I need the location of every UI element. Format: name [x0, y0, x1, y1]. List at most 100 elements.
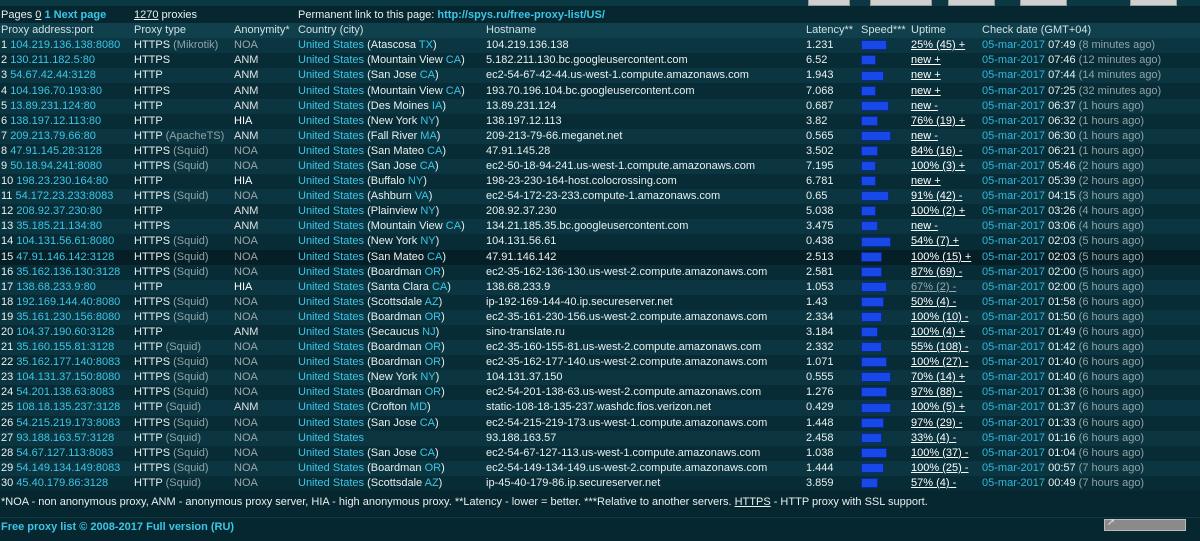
- country[interactable]: United States: [298, 432, 364, 444]
- proxy-address[interactable]: 104.219.136.138:8080: [10, 39, 120, 51]
- sort-select[interactable]: [1130, 0, 1177, 6]
- country[interactable]: United States: [298, 401, 364, 413]
- state[interactable]: CA: [446, 220, 461, 232]
- uptime-link[interactable]: 97% (88) -: [911, 386, 962, 398]
- proxy-address[interactable]: 208.92.37.230:80: [16, 205, 102, 217]
- proxy-address[interactable]: 54.201.138.63:8083: [16, 386, 114, 398]
- proxy-address[interactable]: 13.89.231.124:80: [10, 100, 96, 112]
- uptime-link[interactable]: 87% (69) -: [911, 266, 962, 278]
- state[interactable]: NY: [420, 371, 435, 383]
- state[interactable]: CA: [420, 447, 435, 459]
- state[interactable]: AZ: [425, 477, 439, 489]
- proxy-address[interactable]: 54.172.23.233:8083: [15, 190, 113, 202]
- uptime-link[interactable]: new -: [911, 100, 938, 112]
- uptime-link[interactable]: 67% (2) -: [911, 281, 956, 293]
- uptime-link[interactable]: 100% (37) -: [911, 447, 968, 459]
- uptime-link[interactable]: 100% (3) +: [911, 160, 965, 172]
- state[interactable]: OR: [425, 462, 442, 474]
- state[interactable]: MA: [420, 130, 437, 142]
- country[interactable]: United States: [298, 205, 364, 217]
- country[interactable]: United States: [298, 462, 364, 474]
- country[interactable]: United States: [298, 341, 364, 353]
- proxy-address[interactable]: 104.37.190.60:3128: [16, 326, 114, 338]
- permalink-link[interactable]: http://spys.ru/free-proxy-list/US/: [437, 9, 604, 21]
- country[interactable]: United States: [298, 175, 364, 187]
- uptime-link[interactable]: 100% (10) -: [911, 311, 968, 323]
- next-page-link[interactable]: 1 Next page: [44, 9, 106, 21]
- country[interactable]: United States: [298, 235, 364, 247]
- proxy-address[interactable]: 35.162.177.140:8083: [16, 356, 120, 368]
- state[interactable]: OR: [425, 341, 442, 353]
- proxy-address[interactable]: 54.67.127.113:8083: [16, 447, 113, 459]
- proxy-address[interactable]: 50.18.94.241:8080: [10, 160, 102, 172]
- uptime-link[interactable]: new +: [911, 175, 941, 187]
- proxy-address[interactable]: 104.131.37.150:8080: [16, 371, 120, 383]
- uptime-link[interactable]: new +: [911, 85, 941, 97]
- country[interactable]: United States: [298, 160, 364, 172]
- current-page-link[interactable]: 0: [35, 9, 41, 21]
- state[interactable]: VA: [415, 190, 429, 202]
- uptime-link[interactable]: 91% (42) -: [911, 190, 962, 202]
- state[interactable]: TX: [419, 39, 433, 51]
- proxy-address[interactable]: 47.91.145.28:3128: [10, 145, 102, 157]
- uptime-link[interactable]: 100% (5) +: [911, 401, 965, 413]
- https-link[interactable]: HTTPS: [735, 496, 771, 508]
- state[interactable]: NY: [408, 175, 423, 187]
- servers-per-page-select[interactable]: [808, 0, 850, 6]
- state[interactable]: OR: [425, 266, 442, 278]
- country[interactable]: United States: [298, 281, 364, 293]
- state[interactable]: CA: [432, 281, 447, 293]
- proxy-address[interactable]: 54.215.219.173:8083: [16, 417, 120, 429]
- uptime-link[interactable]: new -: [911, 130, 938, 142]
- filter-select[interactable]: [870, 0, 932, 6]
- uptime-link[interactable]: 55% (108) -: [911, 341, 968, 353]
- full-version-link[interactable]: Full version (RU): [146, 521, 234, 533]
- state[interactable]: CA: [427, 145, 442, 157]
- country[interactable]: United States: [298, 266, 364, 278]
- country[interactable]: United States: [298, 115, 364, 127]
- ssl-select[interactable]: [948, 0, 995, 6]
- country[interactable]: United States: [298, 130, 364, 142]
- country[interactable]: United States: [298, 477, 364, 489]
- country[interactable]: United States: [298, 386, 364, 398]
- proxy-address[interactable]: 54.149.134.149:8083: [16, 462, 120, 474]
- state[interactable]: OR: [425, 356, 442, 368]
- country[interactable]: United States: [298, 296, 364, 308]
- state[interactable]: NY: [420, 205, 435, 217]
- uptime-link[interactable]: 33% (4) -: [911, 432, 956, 444]
- state[interactable]: CA: [446, 85, 461, 97]
- proxy-address[interactable]: 104.196.70.193:80: [10, 85, 102, 97]
- uptime-link[interactable]: 100% (2) +: [911, 205, 965, 217]
- uptime-link[interactable]: 97% (29) -: [911, 417, 962, 429]
- state[interactable]: OR: [425, 311, 442, 323]
- state[interactable]: NJ: [422, 326, 435, 338]
- uptime-link[interactable]: new +: [911, 69, 941, 81]
- state[interactable]: OR: [425, 386, 442, 398]
- uptime-link[interactable]: 54% (7) +: [911, 235, 959, 247]
- country[interactable]: United States: [298, 251, 364, 263]
- country[interactable]: United States: [298, 356, 364, 368]
- country[interactable]: United States: [298, 39, 364, 51]
- proxy-address[interactable]: 108.18.135.237:3128: [16, 401, 120, 413]
- horizontal-scrollbar[interactable]: ➚: [1104, 517, 1186, 531]
- country[interactable]: United States: [298, 220, 364, 232]
- country[interactable]: United States: [298, 371, 364, 383]
- country[interactable]: United States: [298, 190, 364, 202]
- proxy-address[interactable]: 47.91.146.142:3128: [16, 251, 114, 263]
- country[interactable]: United States: [298, 311, 364, 323]
- proxy-address[interactable]: 93.188.163.57:3128: [16, 432, 114, 444]
- state[interactable]: MD: [410, 401, 427, 413]
- country[interactable]: United States: [298, 69, 364, 81]
- uptime-link[interactable]: 84% (16) -: [911, 145, 962, 157]
- uptime-link[interactable]: 100% (27) -: [911, 356, 968, 368]
- country[interactable]: United States: [298, 145, 364, 157]
- uptime-link[interactable]: 25% (45) +: [911, 39, 965, 51]
- uptime-link[interactable]: 100% (25) -: [911, 462, 968, 474]
- state[interactable]: CA: [427, 251, 442, 263]
- port-select[interactable]: [1020, 0, 1067, 6]
- state[interactable]: CA: [420, 417, 435, 429]
- country[interactable]: United States: [298, 326, 364, 338]
- uptime-link[interactable]: 50% (4) -: [911, 296, 956, 308]
- state[interactable]: NY: [420, 235, 435, 247]
- uptime-link[interactable]: 57% (4) -: [911, 477, 956, 489]
